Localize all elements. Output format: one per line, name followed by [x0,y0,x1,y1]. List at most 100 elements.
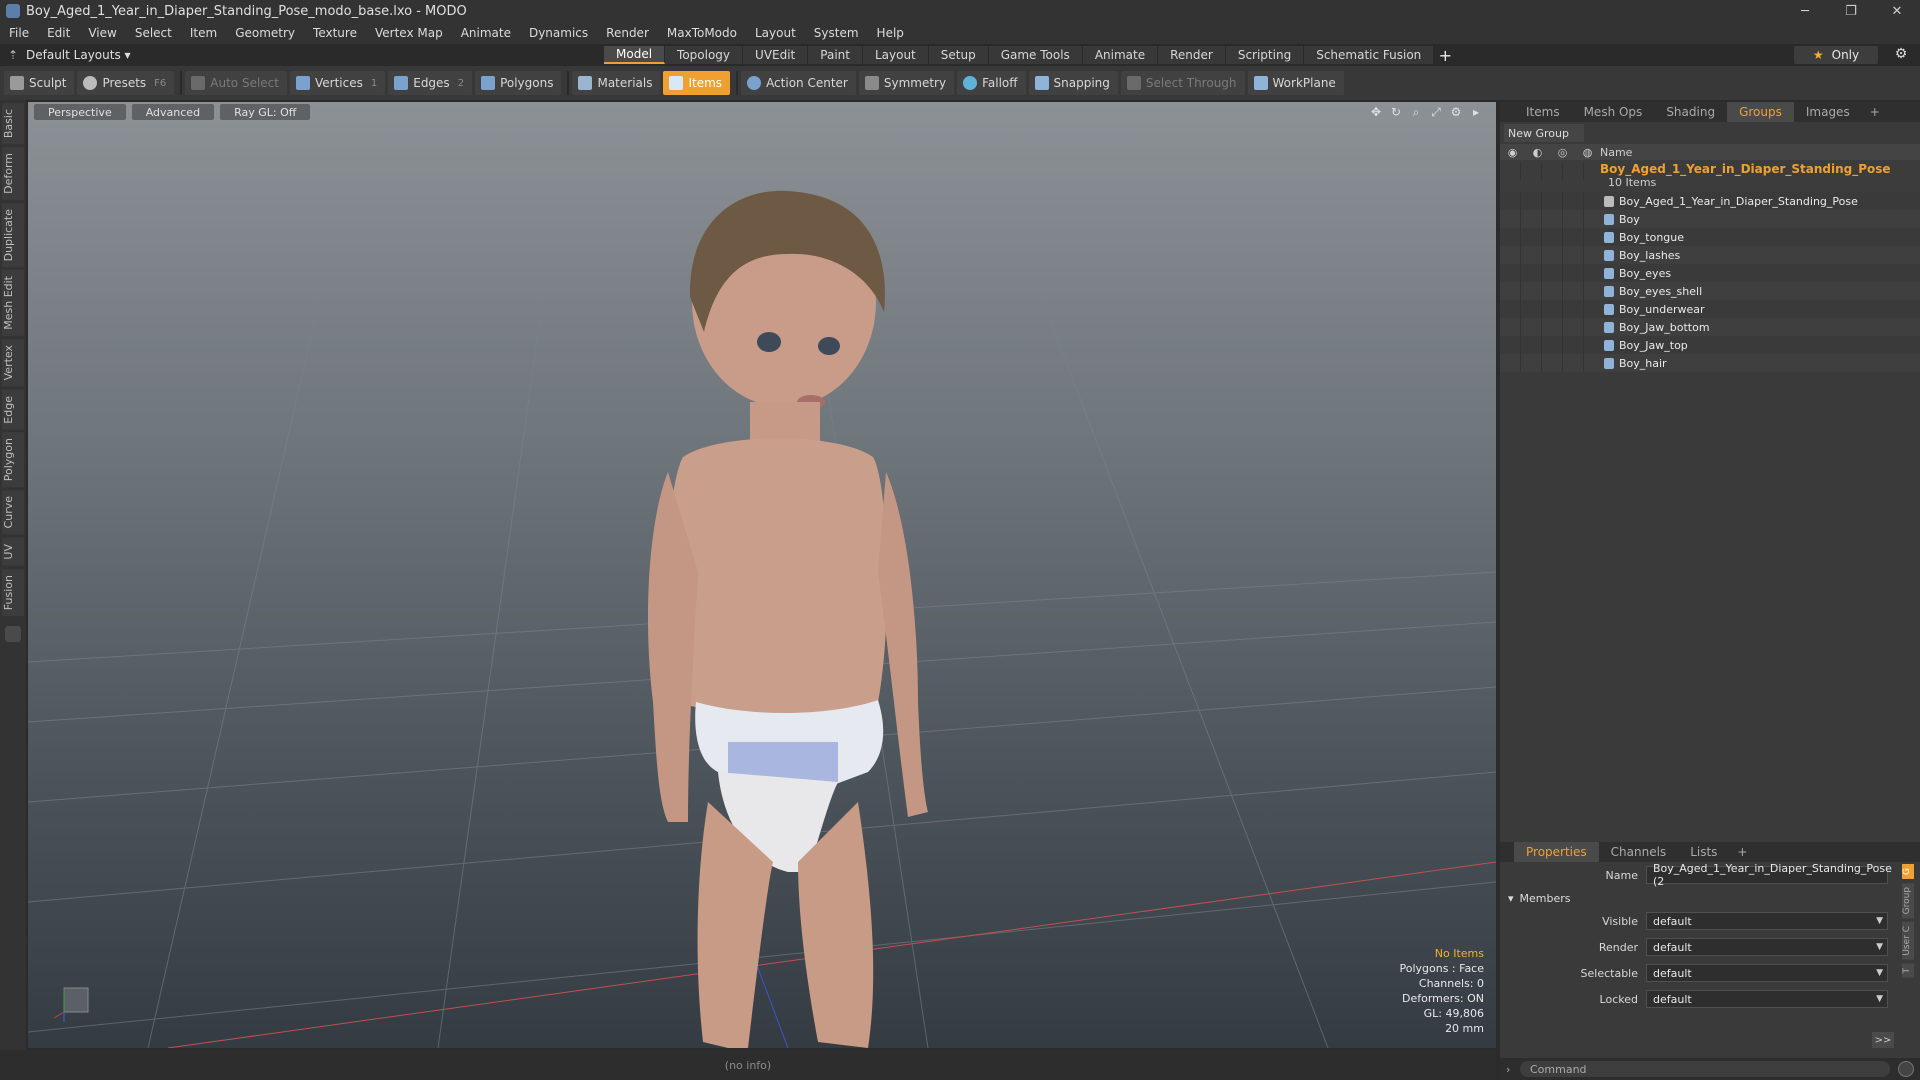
tab-images[interactable]: Images [1794,102,1862,122]
tab-vertex[interactable]: Vertex [2,339,24,387]
members-section[interactable]: ▾ Members [1500,888,1920,908]
fit-icon[interactable]: ⤢ [1426,105,1446,120]
menu-view[interactable]: View [79,26,125,40]
tab-setup[interactable]: Setup [928,46,989,64]
tab-uv[interactable]: UV [2,537,24,566]
rotate-icon[interactable]: ↻ [1386,105,1406,120]
eye-icon[interactable]: ◉ [1508,146,1518,159]
tab-polygon[interactable]: Polygon [2,432,24,488]
tab-shading[interactable]: Shading [1654,102,1727,122]
list-item[interactable]: Boy_tongue [1500,228,1920,246]
maximize-icon[interactable]: ❐ [1828,0,1874,22]
side-tab-group-active[interactable]: G [1902,864,1914,879]
close-icon[interactable]: ✕ [1874,0,1920,22]
name-field[interactable]: Boy_Aged_1_Year_in_Diaper_Standing_Pose … [1646,862,1892,888]
side-tab-user[interactable]: User C [1902,922,1914,961]
list-item[interactable]: Boy_hair [1500,354,1920,372]
sculpt-button[interactable]: Sculpt [4,71,75,95]
edges-button[interactable]: Edges 2 [388,71,473,95]
tab-properties[interactable]: Properties [1514,842,1599,862]
symmetry-button[interactable]: Symmetry [858,71,955,95]
render-icon[interactable]: ◐ [1533,146,1543,159]
presets-button[interactable]: Presets F6 [77,71,175,95]
tab-model[interactable]: Model [604,46,666,64]
list-item[interactable]: Boy_eyes_shell [1500,282,1920,300]
tab-channels[interactable]: Channels [1599,842,1679,862]
advanced-button[interactable]: Advanced [131,104,215,120]
menu-vertex-map[interactable]: Vertex Map [366,26,452,40]
menu-texture[interactable]: Texture [304,26,366,40]
group-root-row[interactable]: Boy_Aged_1_Year_in_Diaper_Standing_Pose … [1500,160,1920,192]
command-run-icon[interactable] [1898,1061,1914,1077]
tab-mesh-ops[interactable]: Mesh Ops [1572,102,1655,122]
materials-button[interactable]: Materials [572,71,661,95]
tab-lists[interactable]: Lists [1678,842,1729,862]
tab-game-tools[interactable]: Game Tools [988,46,1083,64]
vertices-button[interactable]: Vertices 1 [289,71,386,95]
menu-item[interactable]: Item [181,26,226,40]
tab-scripting[interactable]: Scripting [1225,46,1305,64]
select-icon[interactable]: ◍ [1583,146,1593,159]
falloff-button[interactable]: Falloff [957,71,1026,95]
raygl-button[interactable]: Ray GL: Off [220,104,311,120]
pan-icon[interactable]: ✥ [1366,105,1386,120]
more-button[interactable]: >> [1872,1032,1894,1048]
snapping-button[interactable]: Snapping [1028,71,1118,95]
gear-icon[interactable]: ⚙ [1892,46,1910,64]
side-tab-t[interactable]: T [1902,964,1914,978]
add-properties-tab-icon[interactable]: + [1729,845,1755,859]
list-item[interactable]: Boy [1500,210,1920,228]
select-through-button[interactable]: Select Through [1120,71,1245,95]
default-layouts-dropdown[interactable]: Default Layouts ▾ [26,48,131,62]
workplane-button[interactable]: WorkPlane [1247,71,1344,95]
locked-dropdown[interactable]: default ▼ [1646,990,1888,1008]
menu-help[interactable]: Help [868,26,913,40]
menu-render[interactable]: Render [597,26,658,40]
tab-fusion[interactable]: Fusion [2,568,24,616]
list-item[interactable]: Boy_lashes [1500,246,1920,264]
tab-schematic-fusion[interactable]: Schematic Fusion [1304,46,1435,64]
tab-deform[interactable]: Deform [2,147,24,201]
menu-system[interactable]: System [805,26,868,40]
tab-uvedit[interactable]: UVEdit [743,46,809,64]
viewport-menu-icon[interactable]: ▸ [1466,105,1486,120]
zoom-icon[interactable]: ⌕ [1406,105,1426,120]
menu-edit[interactable]: Edit [38,26,79,40]
items-button[interactable]: Items [663,71,731,95]
tab-edge[interactable]: Edge [2,389,24,430]
tab-layout[interactable]: Layout [862,46,929,64]
only-button[interactable]: ★ Only [1794,46,1878,64]
menu-animate[interactable]: Animate [452,26,520,40]
list-item[interactable]: Boy_Jaw_top [1500,336,1920,354]
new-group-button[interactable]: New Group [1504,124,1584,142]
add-panel-tab-icon[interactable]: + [1862,105,1888,119]
tab-mesh-edit[interactable]: Mesh Edit [2,270,24,337]
menu-dynamics[interactable]: Dynamics [520,26,597,40]
tab-animate[interactable]: Animate [1082,46,1159,64]
list-item[interactable]: Boy_Aged_1_Year_in_Diaper_Standing_Pose [1500,192,1920,210]
visible-dropdown[interactable]: default ▼ [1646,912,1888,930]
render-dropdown[interactable]: default ▼ [1646,938,1888,956]
3d-viewport[interactable]: Perspective Advanced Ray GL: Off ✥ ↻ ⌕ ⤢… [28,102,1496,1048]
auto-select-button[interactable]: Auto Select [185,71,287,95]
selectable-dropdown[interactable]: default ▼ [1646,964,1888,982]
command-input[interactable]: Command [1520,1061,1890,1077]
tab-items[interactable]: Items [1514,102,1572,122]
tab-groups[interactable]: Groups [1727,102,1794,122]
menu-maxtomodo[interactable]: MaxToModo [658,26,746,40]
list-item[interactable]: Boy_underwear [1500,300,1920,318]
tab-duplicate[interactable]: Duplicate [2,203,24,268]
tab-curve[interactable]: Curve [2,490,24,535]
polygons-button[interactable]: Polygons [475,71,562,95]
add-tab-icon[interactable]: + [1434,46,1456,65]
layout-up-icon[interactable]: ⇡ [0,48,26,62]
menu-layout[interactable]: Layout [746,26,805,40]
menu-select[interactable]: Select [126,26,181,40]
menu-file[interactable]: File [0,26,38,40]
list-item[interactable]: Boy_Jaw_bottom [1500,318,1920,336]
minimize-icon[interactable]: ─ [1782,0,1828,22]
tab-paint[interactable]: Paint [808,46,863,64]
action-center-button[interactable]: Action Center [741,71,856,95]
perspective-button[interactable]: Perspective [34,104,126,120]
viewport-gear-icon[interactable]: ⚙ [1446,105,1466,120]
